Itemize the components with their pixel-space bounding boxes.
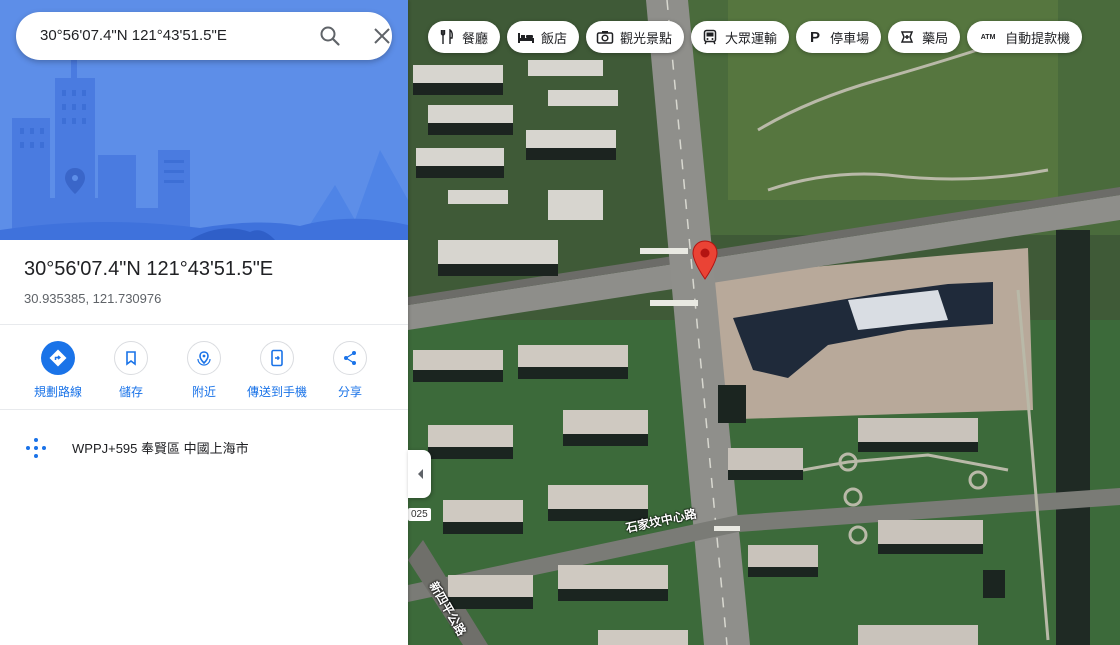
chip-label: 餐廳 bbox=[462, 30, 489, 46]
search-icon[interactable] bbox=[318, 24, 342, 48]
chip-label: 自動提款機 bbox=[1005, 30, 1071, 46]
chip-label: 飯店 bbox=[541, 30, 568, 46]
route-shield: 025 bbox=[408, 508, 431, 521]
place-panel: 30°56'07.4"N 121°43'51.5"E 30°56'07.4"N … bbox=[0, 0, 408, 645]
parking-icon: P bbox=[810, 28, 821, 46]
chip-label: 停車場 bbox=[830, 30, 870, 46]
save-label: 儲存 bbox=[118, 385, 143, 399]
send-to-phone-icon bbox=[260, 341, 294, 375]
place-title: 30°56'07.4"N 121°43'51.5"E bbox=[24, 258, 274, 280]
plus-code-icon bbox=[24, 436, 48, 465]
save-button[interactable]: 儲存 bbox=[91, 341, 171, 400]
pharmacy-icon bbox=[898, 28, 916, 46]
nearby-button[interactable]: 附近 bbox=[164, 341, 244, 400]
chip-parking[interactable]: P 停車場 bbox=[796, 21, 882, 53]
collapse-panel-button[interactable] bbox=[408, 450, 431, 498]
chip-attractions[interactable]: 觀光景點 bbox=[586, 21, 685, 53]
share-button[interactable]: 分享 bbox=[310, 341, 390, 400]
directions-label: 規劃路線 bbox=[33, 385, 82, 399]
plus-code-text: WPPJ+595 奉賢區 中國上海市 bbox=[72, 441, 249, 456]
transit-icon bbox=[701, 28, 719, 46]
search-box[interactable]: 30°56'07.4"N 121°43'51.5"E bbox=[16, 12, 392, 60]
bookmark-icon bbox=[114, 341, 148, 375]
satellite-map[interactable]: 石家坟中心路 新四平公路 025 bbox=[408, 0, 1120, 645]
share-label: 分享 bbox=[337, 385, 362, 399]
bed-icon bbox=[517, 28, 535, 46]
nearby-label: 附近 bbox=[191, 385, 216, 399]
chip-hotels[interactable]: 飯店 bbox=[507, 21, 580, 53]
chip-label: 觀光景點 bbox=[620, 30, 673, 46]
chip-restaurants[interactable]: 餐廳 bbox=[428, 21, 501, 53]
category-chips: 餐廳 飯店 觀光景點 大眾運輸 P 停車場 藥局 ATM 自動提款機 bbox=[428, 21, 1083, 53]
send-to-phone-button[interactable]: 傳送到手機 bbox=[237, 341, 317, 400]
divider bbox=[0, 409, 408, 410]
nearby-icon bbox=[187, 341, 221, 375]
chevron-left-icon bbox=[417, 469, 423, 479]
camera-icon bbox=[596, 28, 614, 46]
chip-label: 藥局 bbox=[922, 30, 949, 46]
divider bbox=[0, 324, 408, 325]
share-icon bbox=[333, 341, 367, 375]
atm-icon: ATM bbox=[980, 33, 996, 41]
chip-atm[interactable]: ATM 自動提款機 bbox=[967, 21, 1083, 53]
chip-pharmacy[interactable]: 藥局 bbox=[888, 21, 961, 53]
directions-icon bbox=[41, 341, 75, 375]
search-input[interactable]: 30°56'07.4"N 121°43'51.5"E bbox=[40, 27, 227, 44]
close-icon[interactable] bbox=[370, 24, 394, 48]
directions-button[interactable]: 規劃路線 bbox=[18, 341, 98, 400]
fork-knife-icon bbox=[438, 28, 456, 46]
decimal-coordinates: 30.935385, 121.730976 bbox=[24, 291, 162, 306]
send-to-phone-label: 傳送到手機 bbox=[246, 385, 307, 399]
location-pin-icon[interactable] bbox=[691, 240, 719, 280]
plus-code-row[interactable]: WPPJ+595 奉賢區 中國上海市 bbox=[24, 434, 384, 460]
chip-transit[interactable]: 大眾運輸 bbox=[691, 21, 790, 53]
chip-label: 大眾運輸 bbox=[725, 30, 778, 46]
